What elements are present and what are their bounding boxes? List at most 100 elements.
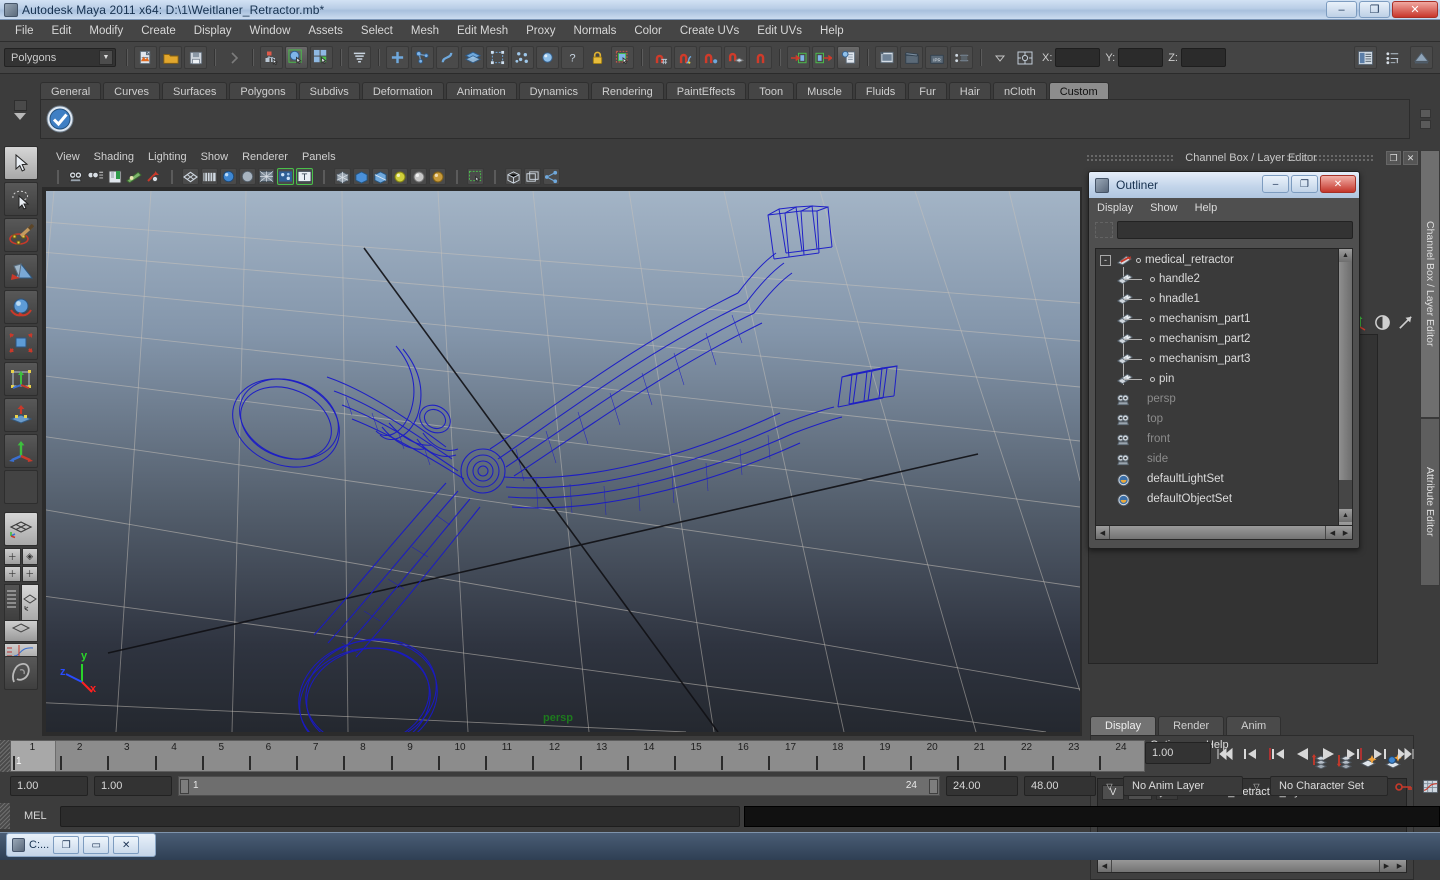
layout-quad-br[interactable]: ＋ bbox=[21, 565, 38, 582]
outliner-restore-button[interactable]: ❐ bbox=[1291, 175, 1318, 193]
key-icon[interactable] bbox=[144, 168, 161, 185]
select-by-component-icon[interactable] bbox=[310, 46, 333, 69]
film-gate-icon[interactable] bbox=[524, 168, 541, 185]
shelf-tab-toon[interactable]: Toon bbox=[748, 82, 795, 100]
curve-select-icon[interactable] bbox=[411, 46, 434, 69]
shelf-tab-muscle[interactable]: Muscle bbox=[796, 82, 853, 100]
anim-start-field[interactable]: 1.00 bbox=[94, 776, 172, 796]
half-circle-icon[interactable] bbox=[1374, 314, 1391, 336]
arrow-icon[interactable] bbox=[1397, 314, 1414, 336]
outliner-row-default-object-set[interactable]: defaultObjectSet bbox=[1096, 489, 1338, 509]
outliner-horizontal-scrollbar[interactable]: ◀ ◀ ▶ bbox=[1095, 525, 1353, 540]
scroll-down-icon[interactable]: ▲ bbox=[1339, 509, 1352, 522]
outliner-menu-help[interactable]: Help bbox=[1195, 202, 1218, 214]
shelf-tab-polygons[interactable]: Polygons bbox=[229, 82, 297, 100]
play-backwards-icon[interactable] bbox=[1294, 746, 1311, 763]
minimize-button[interactable]: – bbox=[1326, 1, 1357, 18]
step-back-key-icon[interactable] bbox=[1242, 746, 1259, 763]
layout-quad-tr[interactable]: ◈ bbox=[21, 548, 38, 565]
tool-settings-toggle-icon[interactable] bbox=[1410, 46, 1433, 69]
range-left-grip[interactable] bbox=[180, 779, 189, 794]
render-view-icon[interactable] bbox=[875, 46, 898, 69]
single-perspective-view-layout[interactable] bbox=[4, 512, 38, 546]
menu-edit-uvs[interactable]: Edit UVs bbox=[748, 23, 811, 39]
animation-preferences-icon[interactable] bbox=[1420, 779, 1440, 794]
menu-create[interactable]: Create bbox=[132, 23, 185, 39]
snap-live-icon[interactable] bbox=[749, 46, 772, 69]
chevron-down-icon[interactable]: ▽ bbox=[1102, 776, 1117, 796]
paint-select-tool[interactable] bbox=[4, 218, 38, 252]
all-lights-icon[interactable] bbox=[410, 168, 427, 185]
outliner-menu-show[interactable]: Show bbox=[1150, 202, 1178, 214]
layout-persp-top[interactable] bbox=[4, 620, 38, 642]
layer-list-horizontal-scrollbar[interactable]: ◀ ▶ ▶ bbox=[1097, 858, 1407, 873]
new-scene-icon[interactable] bbox=[134, 46, 157, 69]
anim-end-field[interactable]: 24.00 bbox=[946, 776, 1018, 796]
shelf-tab-painteffects[interactable]: PaintEffects bbox=[665, 82, 747, 100]
shelf-tab-animation[interactable]: Animation bbox=[445, 82, 517, 100]
go-to-end-icon[interactable] bbox=[1398, 746, 1415, 763]
general-select-icon[interactable] bbox=[536, 46, 559, 69]
last-tool-used[interactable] bbox=[4, 434, 38, 468]
render-current-frame-icon[interactable] bbox=[900, 46, 923, 69]
check-mark-icon[interactable] bbox=[45, 104, 75, 134]
outliner-row-medical-retractor[interactable]: - medical_retractor bbox=[1096, 249, 1338, 269]
viewport-menu-lighting[interactable]: Lighting bbox=[148, 151, 197, 163]
rotate-tool[interactable] bbox=[4, 290, 38, 324]
absolute-transform-icon[interactable] bbox=[1013, 46, 1036, 69]
viewport-menu-panels[interactable]: Panels bbox=[302, 151, 346, 163]
soft-modification-tool[interactable] bbox=[4, 398, 38, 432]
menu-display[interactable]: Display bbox=[185, 23, 241, 39]
input-connections-icon[interactable] bbox=[787, 46, 810, 69]
z-coord-field[interactable] bbox=[1180, 48, 1226, 67]
outliner-row-hnadle1[interactable]: hnadle1 bbox=[1096, 289, 1338, 309]
shelf-tab-surfaces[interactable]: Surfaces bbox=[161, 82, 228, 100]
xray-icon[interactable] bbox=[353, 168, 370, 185]
step-forward-key-icon[interactable] bbox=[1372, 746, 1389, 763]
viewport-menu-show[interactable]: Show bbox=[201, 151, 239, 163]
taskbar-close-button[interactable]: ✕ bbox=[113, 836, 140, 854]
scroll-right-icon[interactable]: ◀ bbox=[1326, 526, 1339, 539]
chevron-down-icon[interactable]: ▽ bbox=[1249, 776, 1264, 796]
open-scene-icon[interactable] bbox=[159, 46, 182, 69]
camera-attributes-icon[interactable] bbox=[87, 168, 104, 185]
lasso-select-tool[interactable] bbox=[4, 182, 38, 216]
image-plane-icon[interactable] bbox=[125, 168, 142, 185]
scrollbar-thumb[interactable] bbox=[1112, 859, 1379, 872]
select-by-hierarchy-icon[interactable] bbox=[260, 46, 283, 69]
outliner-row-mechanism-part1[interactable]: mechanism_part1 bbox=[1096, 309, 1338, 329]
outliner-tree[interactable]: - medical_retractor handle2 hnadle1 mech… bbox=[1095, 248, 1339, 536]
menu-window[interactable]: Window bbox=[240, 23, 299, 39]
step-forward-frame-icon[interactable] bbox=[1346, 746, 1363, 763]
outliner-minimize-button[interactable]: – bbox=[1262, 175, 1289, 193]
taskbar-restore-button[interactable]: ❐ bbox=[53, 836, 80, 854]
command-line-grip[interactable] bbox=[0, 803, 10, 829]
go-to-start-icon[interactable] bbox=[1216, 746, 1233, 763]
layout-quad-tl[interactable]: ＋ bbox=[4, 548, 21, 565]
flat-shade-icon[interactable] bbox=[239, 168, 256, 185]
taskbar-maximize-button[interactable]: ▭ bbox=[83, 836, 110, 854]
universal-manipulator-tool[interactable] bbox=[4, 362, 38, 396]
construction-history-icon[interactable] bbox=[837, 46, 860, 69]
scrollbar-thumb[interactable] bbox=[1339, 262, 1352, 480]
close-icon[interactable]: ✕ bbox=[1403, 151, 1418, 165]
outliner-title-bar[interactable]: Outliner – ❐ ✕ bbox=[1089, 172, 1359, 198]
default-light-icon[interactable] bbox=[391, 168, 408, 185]
menu-normals[interactable]: Normals bbox=[565, 23, 626, 39]
command-language-label[interactable]: MEL bbox=[10, 810, 60, 822]
camera-icon[interactable] bbox=[68, 168, 85, 185]
command-input-field[interactable] bbox=[60, 805, 740, 827]
panel-grip-right[interactable] bbox=[1286, 154, 1374, 162]
expander-toggle[interactable]: - bbox=[1100, 254, 1111, 266]
deform-select-icon[interactable] bbox=[461, 46, 484, 69]
panel-grip-left[interactable] bbox=[1086, 154, 1174, 162]
shelf-tab-dynamics[interactable]: Dynamics bbox=[518, 82, 589, 100]
rendering-select-icon[interactable] bbox=[511, 46, 534, 69]
help-icon[interactable]: ? bbox=[561, 46, 584, 69]
lights-icon[interactable]: T bbox=[296, 168, 313, 185]
outliner-row-front[interactable]: front bbox=[1096, 429, 1338, 449]
viewport-3d-canvas[interactable]: persp y z x bbox=[46, 191, 1080, 732]
highlight-selection-icon[interactable] bbox=[611, 46, 634, 69]
tab-render[interactable]: Render bbox=[1158, 716, 1225, 735]
step-back-frame-icon[interactable] bbox=[1268, 746, 1285, 763]
